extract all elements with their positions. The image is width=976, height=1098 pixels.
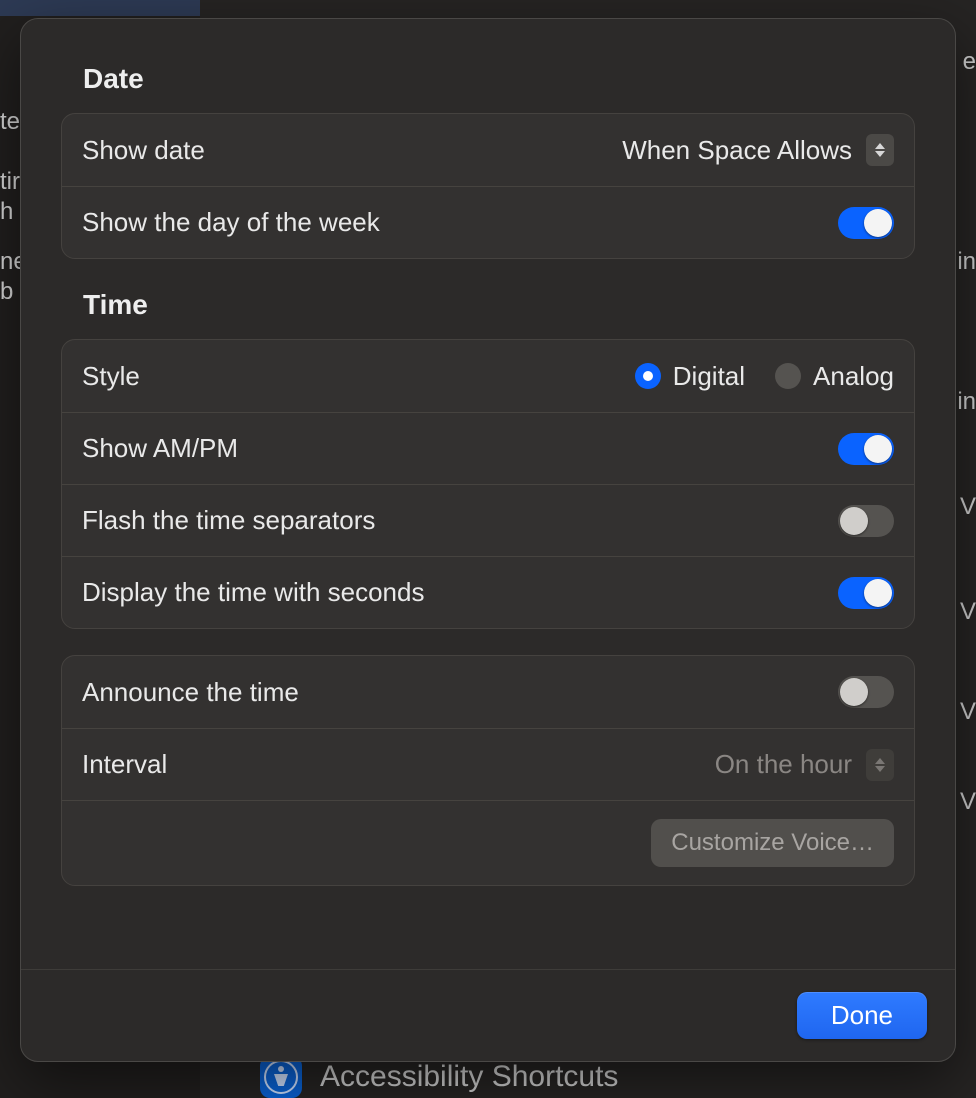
row-show-date: Show date When Space Allows (62, 114, 914, 186)
row-display-seconds: Display the time with seconds (62, 556, 914, 628)
row-show-day-of-week: Show the day of the week (62, 186, 914, 258)
row-announce-time: Announce the time (62, 656, 914, 728)
toggle-display-seconds[interactable] (838, 577, 894, 609)
label-interval: Interval (82, 749, 167, 780)
row-interval: Interval On the hour (62, 728, 914, 800)
label-show-ampm: Show AM/PM (82, 433, 238, 464)
radio-icon (635, 363, 661, 389)
chevron-updown-icon (866, 134, 894, 166)
chevron-updown-icon (866, 749, 894, 781)
done-button[interactable]: Done (797, 992, 927, 1039)
section-title-date: Date (83, 63, 915, 95)
label-flash-separators: Flash the time separators (82, 505, 375, 536)
group-date: Show date When Space Allows Show the day… (61, 113, 915, 259)
toggle-show-ampm[interactable] (838, 433, 894, 465)
popup-interval: On the hour (715, 749, 894, 781)
sheet-footer: Done (21, 969, 955, 1061)
clock-options-sheet: Date Show date When Space Allows Show th… (20, 18, 956, 1062)
label-style: Style (82, 361, 140, 392)
radio-label-digital: Digital (673, 361, 745, 392)
section-title-time: Time (83, 289, 915, 321)
popup-show-date[interactable]: When Space Allows (622, 134, 894, 166)
radio-option-analog[interactable]: Analog (775, 361, 894, 392)
radio-icon (775, 363, 801, 389)
group-time-announce: Announce the time Interval On the hour C… (61, 655, 915, 886)
group-time-main: Style Digital Analog Show AM/PM F (61, 339, 915, 629)
accessibility-icon (260, 1056, 302, 1098)
row-customize-voice: Customize Voice… (62, 800, 914, 885)
toggle-flash-separators[interactable] (838, 505, 894, 537)
radio-label-analog: Analog (813, 361, 894, 392)
popup-value-show-date: When Space Allows (622, 135, 852, 166)
radio-group-style: Digital Analog (635, 361, 894, 392)
popup-value-interval: On the hour (715, 749, 852, 780)
accessibility-label: Accessibility Shortcuts (320, 1060, 618, 1094)
row-show-ampm: Show AM/PM (62, 412, 914, 484)
toggle-show-day-of-week[interactable] (838, 207, 894, 239)
label-show-date: Show date (82, 135, 205, 166)
row-style: Style Digital Analog (62, 340, 914, 412)
customize-voice-button: Customize Voice… (651, 819, 894, 867)
row-flash-separators: Flash the time separators (62, 484, 914, 556)
label-show-day-of-week: Show the day of the week (82, 207, 380, 238)
radio-option-digital[interactable]: Digital (635, 361, 745, 392)
background-row-accessibility[interactable]: Accessibility Shortcuts (260, 1056, 618, 1098)
label-display-seconds: Display the time with seconds (82, 577, 424, 608)
label-announce-time: Announce the time (82, 677, 299, 708)
toggle-announce-time[interactable] (838, 676, 894, 708)
